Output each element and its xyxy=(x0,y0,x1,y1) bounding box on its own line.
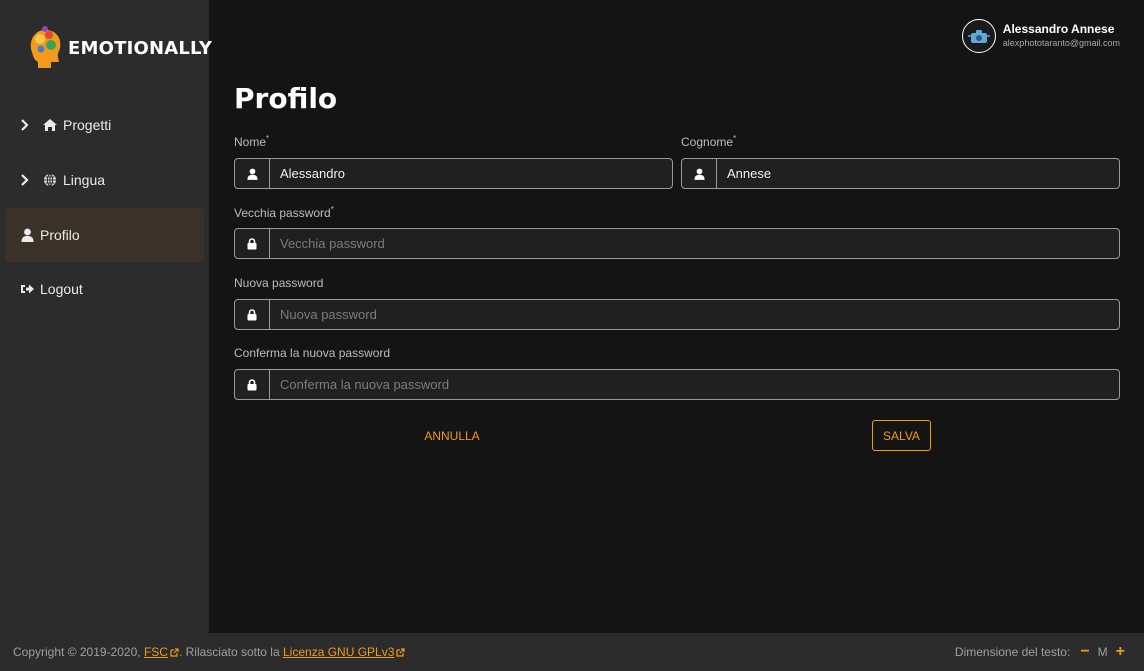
sidebar-item-progetti[interactable]: Progetti xyxy=(5,98,204,152)
lock-icon xyxy=(235,229,270,258)
cognome-input[interactable] xyxy=(717,159,1119,188)
page-title: Profilo xyxy=(234,82,338,115)
sidebar-item-lingua[interactable]: Lingua xyxy=(5,153,204,207)
text-size-control: Dimensione del testo: − M + xyxy=(955,643,1131,661)
user-icon xyxy=(682,159,717,188)
increase-text-size-button[interactable]: + xyxy=(1116,643,1125,661)
cognome-field xyxy=(681,158,1120,189)
text-size-value: M xyxy=(1097,645,1108,659)
sidebar-item-logout[interactable]: Logout xyxy=(5,262,204,316)
cognome-label: Cognome* xyxy=(681,134,737,149)
chevron-right-icon xyxy=(20,174,32,186)
sidebar: EMOTIONALLY Progetti Lingua Profilo Logo… xyxy=(0,0,212,633)
cancel-button[interactable]: ANNULLA xyxy=(416,425,488,447)
confirm-password-field xyxy=(234,369,1120,400)
user-email: alexphototaranto@gmail.com xyxy=(1002,38,1120,48)
nome-label: Nome* xyxy=(234,134,270,149)
nome-field xyxy=(234,158,673,189)
save-button[interactable]: SALVA xyxy=(872,420,931,451)
nome-input[interactable] xyxy=(270,159,672,188)
lock-icon xyxy=(235,370,270,399)
new-password-field xyxy=(234,299,1120,330)
sidebar-item-label: Lingua xyxy=(63,172,106,188)
user-icon xyxy=(19,227,35,243)
head-gears-logo-icon xyxy=(30,26,61,68)
brand-name: EMOTIONALLY xyxy=(68,37,213,59)
sidebar-item-label: Profilo xyxy=(40,227,80,243)
globe-icon xyxy=(42,172,58,188)
confirm-password-input[interactable] xyxy=(270,370,1119,399)
home-icon xyxy=(42,117,58,133)
avatar-image-icon xyxy=(967,30,990,43)
license-text: . Rilasciato sotto la xyxy=(178,645,280,659)
new-password-label: Nuova password xyxy=(234,276,324,290)
old-password-input[interactable] xyxy=(270,229,1119,258)
external-link-icon xyxy=(170,647,179,657)
license-link[interactable]: Licenza GNU GPLv3 xyxy=(283,645,394,659)
sidebar-item-label: Progetti xyxy=(63,117,112,133)
confirm-password-label: Conferma la nuova password xyxy=(234,346,391,360)
brand-logo[interactable]: EMOTIONALLY xyxy=(24,24,212,72)
user-menu[interactable]: Alessandro Annese alexphototaranto@gmail… xyxy=(961,18,1120,54)
text-size-label: Dimensione del testo: xyxy=(954,645,1071,659)
decrease-text-size-button[interactable]: − xyxy=(1080,643,1089,661)
user-icon xyxy=(235,159,270,188)
copyright-text: Copyright © 2019-2020, xyxy=(13,645,141,659)
fsc-link[interactable]: FSC xyxy=(144,645,168,659)
app: EMOTIONALLY Progetti Lingua Profilo Logo… xyxy=(0,0,1144,671)
sidebar-item-label: Logout xyxy=(40,281,83,297)
old-password-field xyxy=(234,228,1120,259)
lock-icon xyxy=(235,300,270,329)
external-link-icon xyxy=(396,647,405,657)
footer: Copyright © 2019-2020, FSC . Rilasciato … xyxy=(0,633,1144,671)
sign-out-icon xyxy=(19,281,35,297)
old-password-label: Vecchia password* xyxy=(234,205,334,220)
chevron-right-icon xyxy=(20,119,32,131)
avatar xyxy=(961,19,996,53)
user-name: Alessandro Annese xyxy=(1002,22,1115,36)
sidebar-item-profilo[interactable]: Profilo xyxy=(5,208,204,262)
new-password-input[interactable] xyxy=(270,300,1119,329)
